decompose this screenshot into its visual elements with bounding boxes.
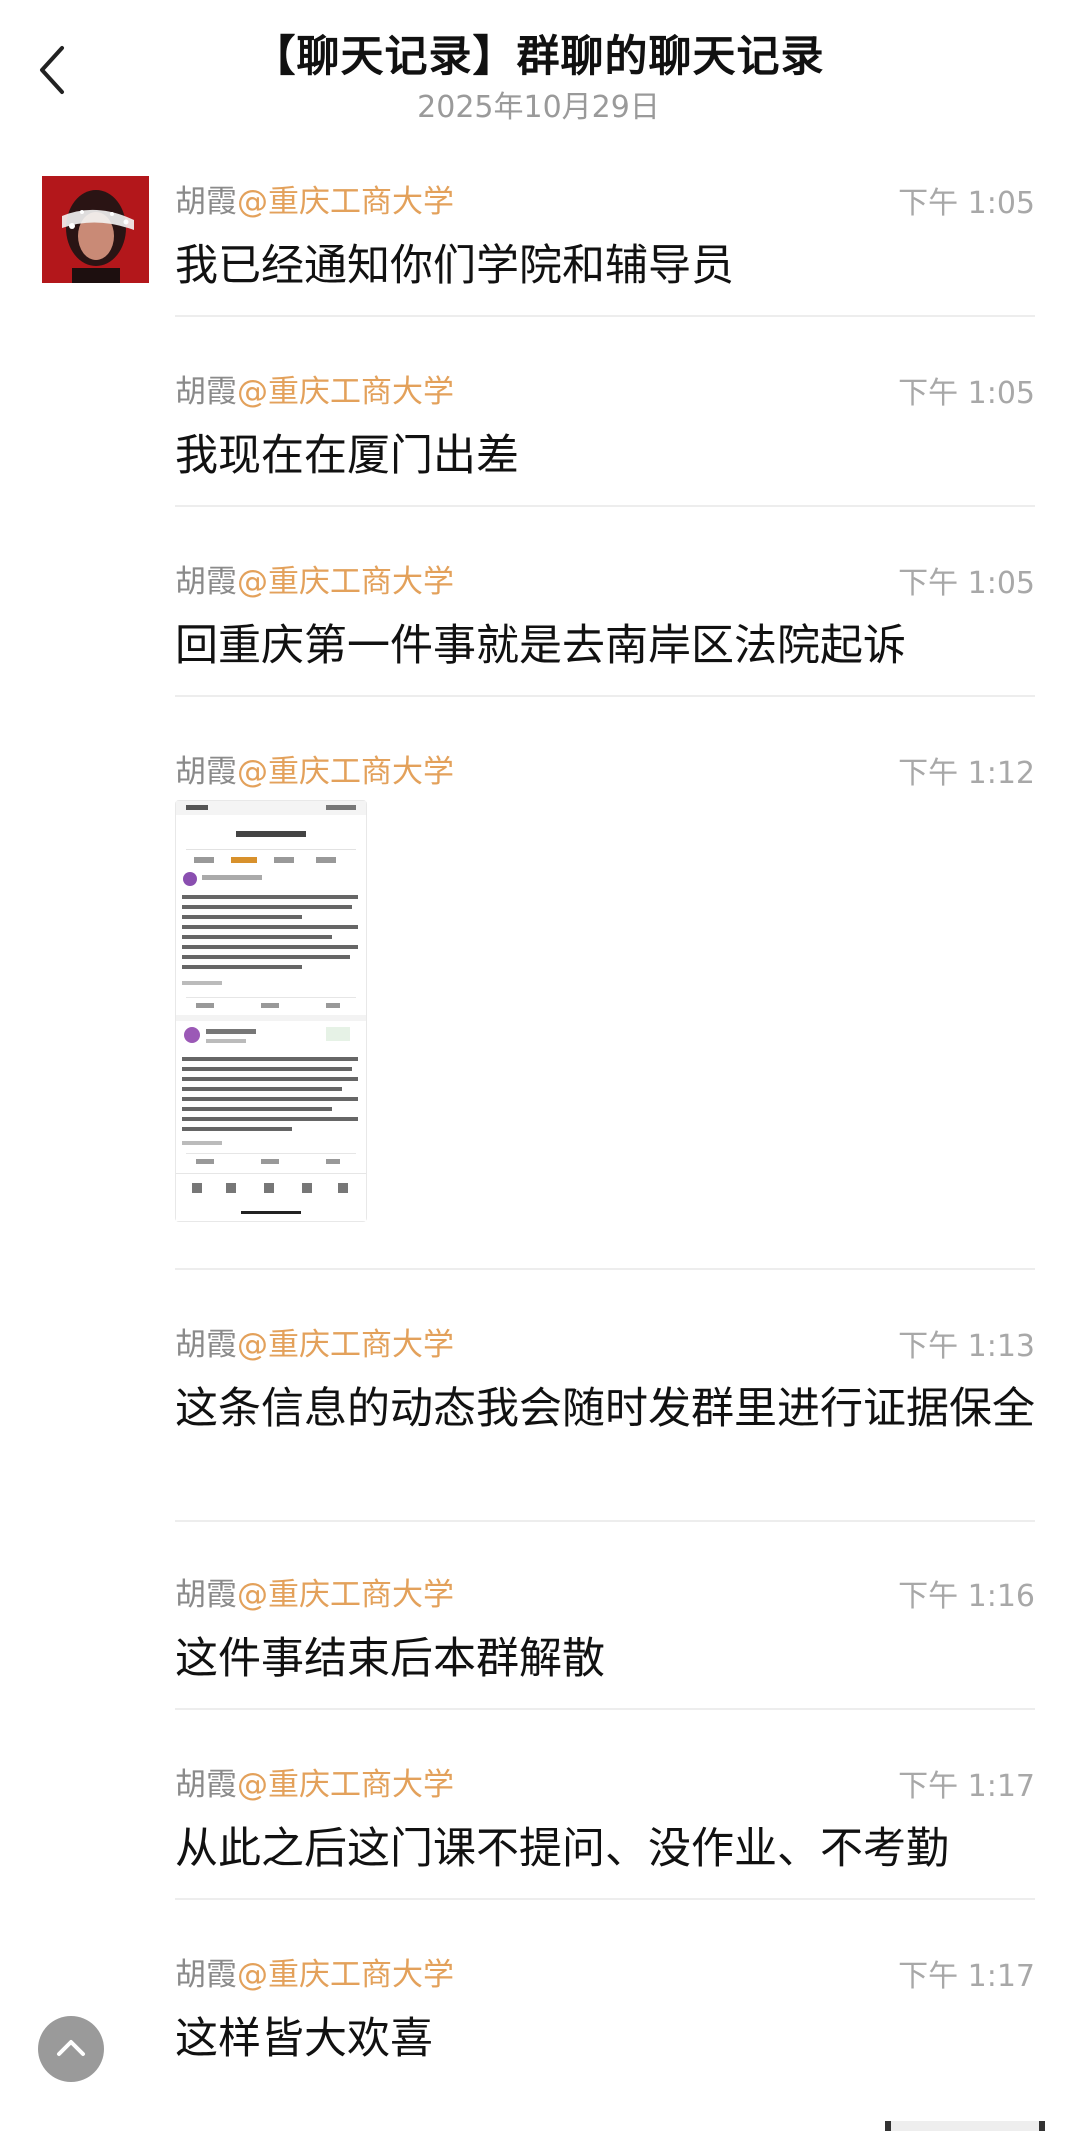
image-attachment[interactable]	[175, 800, 367, 1222]
page-title: 【聊天记录】群聊的聊天记录	[252, 32, 825, 82]
divider	[175, 1268, 1035, 1270]
divider	[175, 1520, 1035, 1522]
message-text: 这件事结束后本群解散	[175, 1634, 605, 1684]
divider	[175, 695, 1035, 697]
chevron-up-icon	[57, 2040, 85, 2056]
divider	[175, 1898, 1035, 1900]
message-time: 下午 1:17	[898, 1959, 1035, 1994]
scroll-to-top-button[interactable]	[38, 2016, 104, 2082]
message-item[interactable]: 胡霞@重庆工商大学 下午 1:17 这样皆大欢喜	[175, 1949, 1035, 2073]
message-text: 回重庆第一件事就是去南岸区法院起诉	[175, 621, 906, 671]
message-time: 下午 1:05	[898, 186, 1035, 221]
sender-name[interactable]: 胡霞@重庆工商大学	[175, 1957, 454, 1993]
message-time: 下午 1:05	[898, 566, 1035, 601]
message-text: 这样皆大欢喜	[175, 2014, 433, 2064]
record-date: 2025年10月29日	[417, 90, 660, 125]
message-text: 我已经通知你们学院和辅导员	[175, 241, 734, 291]
sender-name[interactable]: 胡霞@重庆工商大学	[175, 564, 454, 600]
message-text: 我现在在厦门出差	[175, 431, 519, 481]
horizontal-scrollbar[interactable]	[885, 2117, 1045, 2131]
message-item[interactable]: 胡霞@重庆工商大学 下午 1:13 这条信息的动态我会随时发群里进行证据保全	[175, 1319, 1035, 1443]
message-item[interactable]: 胡霞@重庆工商大学 下午 1:05 我现在在厦门出差	[175, 366, 1035, 490]
message-item[interactable]: 胡霞@重庆工商大学 下午 1:16 这件事结束后本群解散	[175, 1569, 1035, 1693]
divider	[175, 505, 1035, 507]
sender-name[interactable]: 胡霞@重庆工商大学	[175, 754, 454, 790]
message-text: 从此之后这门课不提问、没作业、不考勤	[175, 1824, 949, 1874]
message-time: 下午 1:05	[898, 376, 1035, 411]
sender-name[interactable]: 胡霞@重庆工商大学	[175, 184, 454, 220]
message-item[interactable]: 胡霞@重庆工商大学 下午 1:12	[175, 746, 1035, 791]
message-time: 下午 1:12	[898, 756, 1035, 791]
sender-name[interactable]: 胡霞@重庆工商大学	[175, 374, 454, 410]
message-time: 下午 1:16	[898, 1579, 1035, 1614]
divider	[175, 1708, 1035, 1710]
sender-name[interactable]: 胡霞@重庆工商大学	[175, 1767, 454, 1803]
message-item[interactable]: 胡霞@重庆工商大学 下午 1:05 我已经通知你们学院和辅导员	[175, 176, 1035, 300]
message-time: 下午 1:17	[898, 1769, 1035, 1804]
message-item[interactable]: 胡霞@重庆工商大学 下午 1:17 从此之后这门课不提问、没作业、不考勤	[175, 1759, 1035, 1883]
message-item[interactable]: 胡霞@重庆工商大学 下午 1:05 回重庆第一件事就是去南岸区法院起诉	[175, 556, 1035, 680]
sender-name[interactable]: 胡霞@重庆工商大学	[175, 1577, 454, 1613]
message-time: 下午 1:13	[898, 1329, 1035, 1364]
divider	[175, 315, 1035, 317]
avatar[interactable]	[42, 176, 149, 283]
top-bar: 【聊天记录】群聊的聊天记录 2025年10月29日	[0, 0, 1077, 140]
message-text: 这条信息的动态我会随时发群里进行证据保全	[175, 1384, 1035, 1434]
sender-name[interactable]: 胡霞@重庆工商大学	[175, 1327, 454, 1363]
